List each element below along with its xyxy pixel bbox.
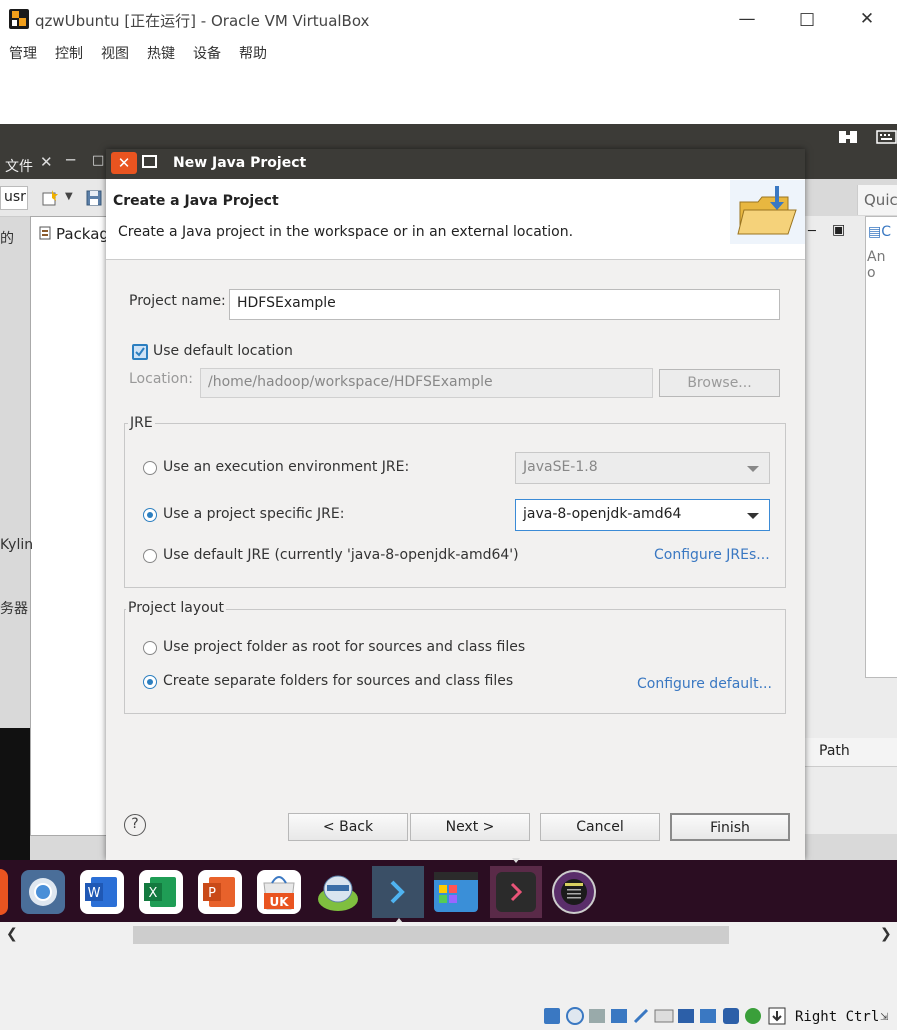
exec-env-radio[interactable] — [143, 461, 157, 475]
workspace-switcher-icon[interactable] — [433, 869, 479, 915]
project-specific-jre-label: Use a project specific JRE: — [163, 506, 345, 522]
exec-env-label: Use an execution environment JRE: — [163, 459, 410, 475]
new-wizard-icon[interactable] — [42, 190, 58, 206]
input-method-icon[interactable] — [838, 130, 860, 144]
project-root-label: Use project folder as root for sources a… — [163, 639, 526, 655]
menu-manage[interactable]: 管理 — [9, 43, 37, 63]
jre-group-label: JRE — [128, 415, 155, 431]
project-layout-group — [124, 609, 786, 714]
menu-view[interactable]: 视图 — [101, 43, 129, 63]
software-updater-icon[interactable] — [315, 869, 361, 915]
use-default-location-label: Use default location — [153, 343, 293, 359]
virtualbox-menubar — [0, 38, 897, 64]
wps-spreadsheet-icon[interactable]: X — [138, 869, 184, 915]
exec-env-dropdown-icon — [747, 466, 759, 472]
save-icon[interactable] — [86, 190, 102, 206]
dialog-header — [106, 179, 805, 260]
dialog-close-button[interactable]: ✕ — [111, 152, 137, 174]
default-jre-radio[interactable] — [143, 549, 157, 563]
configure-default-link[interactable]: Configure default... — [637, 676, 772, 692]
finish-button[interactable]: Finish — [670, 813, 790, 841]
eclipse-menu-file[interactable]: 文件 — [5, 156, 33, 176]
eclipse-close-icon[interactable]: ✕ — [40, 153, 53, 171]
perspective-usr[interactable]: usr — [0, 186, 28, 210]
maximize-button[interactable]: □ — [792, 6, 822, 32]
svg-text:P: P — [208, 886, 216, 901]
help-icon[interactable]: ? — [124, 814, 146, 836]
close-window-button[interactable]: ✕ — [852, 6, 882, 32]
menu-control[interactable]: 控制 — [55, 43, 83, 63]
view-maximize-icon[interactable]: ▣ — [832, 222, 845, 238]
package-explorer-panel — [30, 216, 108, 836]
project-layout-group-label: Project layout — [126, 600, 227, 616]
header-description: Create a Java project in the workspace o… — [118, 224, 574, 240]
project-name-label: Project name: — [129, 293, 226, 309]
view-minimize-icon[interactable]: ─ — [808, 224, 816, 239]
keyboard-icon[interactable] — [876, 130, 897, 144]
project-specific-jre-select[interactable]: java-8-openjdk-amd64 — [515, 499, 770, 531]
project-name-input[interactable]: HDFSExample — [229, 289, 780, 320]
scroll-right-icon[interactable]: ❯ — [880, 926, 892, 942]
ubuntu-software-icon[interactable] — [0, 869, 8, 915]
left-edge-text-2: Kylin — [0, 537, 34, 553]
dialog-maximize-button[interactable] — [142, 154, 158, 170]
project-jre-dropdown-icon — [747, 513, 759, 519]
status-device-icons[interactable] — [543, 1006, 791, 1026]
location-input[interactable]: /home/hadoop/workspace/HDFSExample — [200, 368, 653, 398]
guest-top-panel — [0, 124, 897, 149]
virtualbox-blank-area — [0, 64, 897, 125]
eclipse-minimize-icon[interactable]: ─ — [66, 151, 75, 169]
terminal-icon[interactable] — [490, 866, 542, 918]
left-edge-text-3: 务器 — [0, 601, 28, 617]
left-edge-text-1: 的 — [0, 231, 14, 247]
svg-text:X: X — [149, 886, 158, 901]
outline-icon: ▤C — [868, 224, 892, 240]
project-specific-jre-radio[interactable] — [143, 508, 157, 522]
scrollbar-thumb[interactable] — [133, 926, 729, 944]
configure-jres-link[interactable]: Configure JREs... — [654, 547, 770, 563]
default-jre-label: Use default JRE (currently 'java-8-openj… — [163, 547, 519, 563]
terminal-fragment — [0, 728, 30, 860]
cancel-button[interactable]: Cancel — [540, 813, 660, 841]
separate-folders-label: Create separate folders for sources and … — [163, 673, 514, 689]
header-title: Create a Java Project — [113, 193, 279, 209]
resize-grip-icon[interactable]: ⇲ — [880, 1012, 888, 1023]
svg-text:UK: UK — [269, 895, 289, 909]
project-root-radio[interactable] — [143, 641, 157, 655]
package-explorer-tab[interactable]: Packag — [56, 225, 109, 243]
menu-help[interactable]: 帮助 — [239, 43, 267, 63]
disk-icon[interactable] — [551, 869, 597, 915]
vscode-icon[interactable] — [372, 866, 424, 918]
terminal-running-indicator — [512, 858, 520, 863]
next-button[interactable]: Next > — [410, 813, 530, 841]
quick-access-label: Quic — [864, 191, 897, 209]
eclipse-maximize-icon[interactable]: □ — [92, 153, 104, 168]
window-title: qzwUbuntu [正在运行] - Oracle VM VirtualBox — [35, 12, 370, 30]
ubuntu-kylin-software-icon[interactable]: UK — [256, 869, 302, 915]
location-label: Location: — [129, 371, 193, 387]
java-project-wizard-icon — [730, 180, 805, 244]
new-dropdown-icon[interactable]: ▼ — [65, 191, 73, 202]
host-key-indicator: Right Ctrl — [795, 1009, 880, 1025]
wps-presentation-icon[interactable]: P — [197, 869, 243, 915]
chromium-icon[interactable] — [20, 869, 66, 915]
path-column-label: Path — [819, 743, 850, 759]
separate-folders-radio[interactable] — [143, 675, 157, 689]
browse-button[interactable]: Browse... — [659, 369, 780, 397]
outline-panel — [865, 216, 897, 678]
back-button[interactable]: < Back — [288, 813, 408, 841]
use-default-location-checkbox[interactable] — [132, 344, 148, 360]
outline-text: An o — [867, 249, 886, 281]
wps-writer-icon[interactable]: W — [79, 869, 125, 915]
dialog-title: New Java Project — [173, 155, 307, 171]
menu-hotkey[interactable]: 热键 — [147, 43, 175, 63]
svg-text:W: W — [88, 886, 101, 901]
package-explorer-icon — [39, 226, 51, 240]
menu-devices[interactable]: 设备 — [193, 43, 221, 63]
scroll-left-icon[interactable]: ❮ — [6, 926, 18, 942]
minimize-button[interactable]: — — [732, 6, 762, 32]
exec-env-select[interactable]: JavaSE-1.8 — [515, 452, 770, 484]
virtualbox-app-icon — [8, 8, 30, 30]
